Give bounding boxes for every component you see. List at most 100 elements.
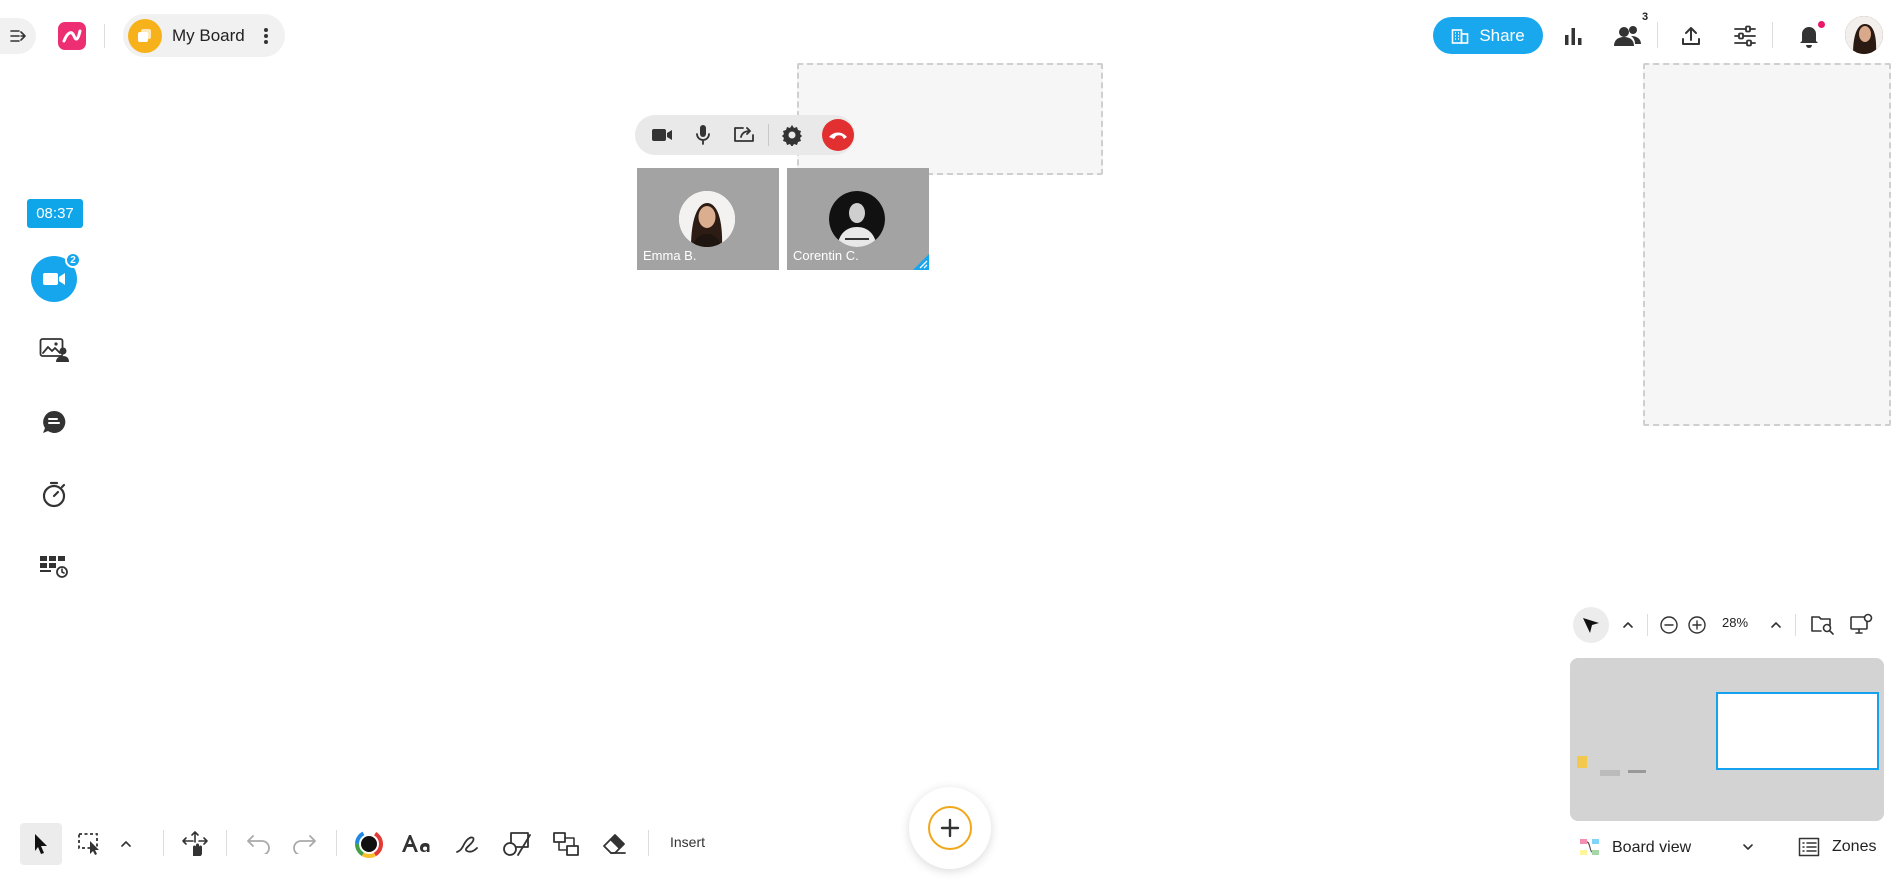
color-picker-button[interactable] <box>348 823 390 865</box>
camera-toggle-button[interactable] <box>645 118 679 152</box>
bell-icon <box>1800 27 1818 48</box>
canvas-frame[interactable] <box>1643 63 1891 426</box>
resize-icon <box>913 254 929 270</box>
board-view-select[interactable]: Board view <box>1578 837 1691 859</box>
toolbar-divider <box>336 830 337 856</box>
bar-chart-icon <box>1565 28 1582 45</box>
pen-tool[interactable] <box>446 823 488 865</box>
logo-icon <box>62 29 82 43</box>
chat-bubble-icon <box>43 410 66 433</box>
connector-tool[interactable] <box>545 823 587 865</box>
more-vertical-icon <box>263 27 268 44</box>
screen-share-button[interactable] <box>727 118 761 152</box>
collaborators-button[interactable] <box>1612 20 1644 52</box>
connector-icon <box>553 832 579 856</box>
color-wheel-icon <box>355 830 383 858</box>
marquee-select-icon <box>78 833 99 855</box>
resize-handle[interactable] <box>913 254 929 270</box>
upload-icon <box>1682 27 1700 45</box>
find-on-board-button[interactable] <box>1809 612 1835 636</box>
eraser-tool[interactable] <box>594 823 636 865</box>
zones-label: Zones <box>1832 838 1877 855</box>
export-button[interactable] <box>1675 20 1707 52</box>
pan-tool[interactable] <box>175 823 217 865</box>
toolbar-divider <box>648 830 649 856</box>
share-label: Share <box>1479 25 1525 45</box>
toolbar-divider <box>163 830 164 856</box>
chat-button[interactable] <box>37 405 71 439</box>
zones-list-icon <box>1798 837 1820 857</box>
redo-icon <box>293 835 316 854</box>
board-view-icon <box>1580 839 1599 855</box>
board-view-dropdown[interactable] <box>1741 840 1755 854</box>
board-settings-button[interactable] <box>1729 20 1761 52</box>
app-logo[interactable] <box>58 22 86 50</box>
board-view-label: Board view <box>1612 839 1692 856</box>
pointer-options-button[interactable] <box>1617 614 1639 636</box>
pointer-mode-button[interactable] <box>1573 607 1609 643</box>
timer-badge[interactable]: 08:37 <box>27 199 83 228</box>
templates-button[interactable] <box>37 549 71 583</box>
toolbar-divider <box>226 830 227 856</box>
participant-tile[interactable]: Emma B. <box>637 168 779 270</box>
insert-button[interactable]: Insert <box>670 834 705 850</box>
select-tool[interactable] <box>20 823 62 865</box>
zones-button[interactable]: Zones <box>1798 837 1876 857</box>
call-settings-button[interactable] <box>775 118 809 152</box>
chevron-up-icon <box>1623 622 1633 628</box>
zoom-out-button[interactable] <box>1658 614 1680 636</box>
collapse-sidebar-button[interactable] <box>0 18 36 54</box>
zoom-in-button[interactable] <box>1686 614 1708 636</box>
board-title-pill[interactable]: My Board <box>123 14 285 57</box>
phone-hangup-icon <box>829 132 847 139</box>
shapes-tool[interactable] <box>496 823 538 865</box>
area-select-tool[interactable] <box>69 823 111 865</box>
image-presenter-button[interactable] <box>37 333 71 367</box>
board-icon <box>128 18 162 53</box>
undo-button[interactable] <box>238 823 280 865</box>
text-tool[interactable] <box>396 823 438 865</box>
cursor-arrow-icon <box>35 834 47 854</box>
hang-up-button[interactable] <box>822 119 854 151</box>
zoom-level[interactable]: 28% <box>1722 615 1748 630</box>
redo-button[interactable] <box>283 823 325 865</box>
templates-grid-icon <box>40 556 68 578</box>
zoom-options-button[interactable] <box>1765 614 1787 636</box>
video-call-toolbar <box>635 115 855 155</box>
presentation-settings-button[interactable] <box>1848 612 1874 636</box>
collaborators-count: 3 <box>1642 11 1649 23</box>
participant-avatar <box>679 191 735 247</box>
plus-icon <box>940 818 960 838</box>
pen-scribble-icon <box>456 836 478 853</box>
expand-tools-button[interactable] <box>111 823 141 865</box>
share-button[interactable]: Share <box>1433 17 1543 54</box>
microphone-toggle-button[interactable] <box>686 118 720 152</box>
board-menu-button[interactable] <box>263 27 269 45</box>
chevron-down-icon <box>1743 844 1753 850</box>
add-content-button[interactable] <box>909 787 991 869</box>
monitor-settings-icon <box>1850 613 1873 634</box>
video-call-badge: 2 <box>65 252 81 268</box>
minimap-viewport[interactable] <box>1716 692 1879 770</box>
folder-search-icon <box>1811 616 1834 635</box>
user-avatar[interactable] <box>1845 16 1883 54</box>
sliders-icon <box>1734 25 1756 47</box>
image-person-icon <box>39 338 69 362</box>
users-icon <box>1614 26 1641 46</box>
timer-button[interactable] <box>37 477 71 511</box>
participant-name: Emma B. <box>643 248 697 263</box>
analytics-button[interactable] <box>1557 20 1589 52</box>
stopwatch-icon <box>42 481 66 508</box>
participant-tile[interactable]: Corentin C. <box>787 168 929 270</box>
add-content-ring <box>928 806 972 850</box>
collapse-icon <box>10 30 26 42</box>
text-aa-icon <box>402 835 430 852</box>
navigator-divider <box>1795 614 1796 636</box>
chevron-up-icon <box>121 841 131 847</box>
header-divider <box>104 24 105 48</box>
zoom-in-icon <box>1688 616 1706 634</box>
zoom-out-icon <box>1660 616 1678 634</box>
board-minimap[interactable] <box>1570 658 1884 821</box>
board-title[interactable]: My Board <box>172 26 245 46</box>
user-avatar-image <box>1845 16 1883 54</box>
